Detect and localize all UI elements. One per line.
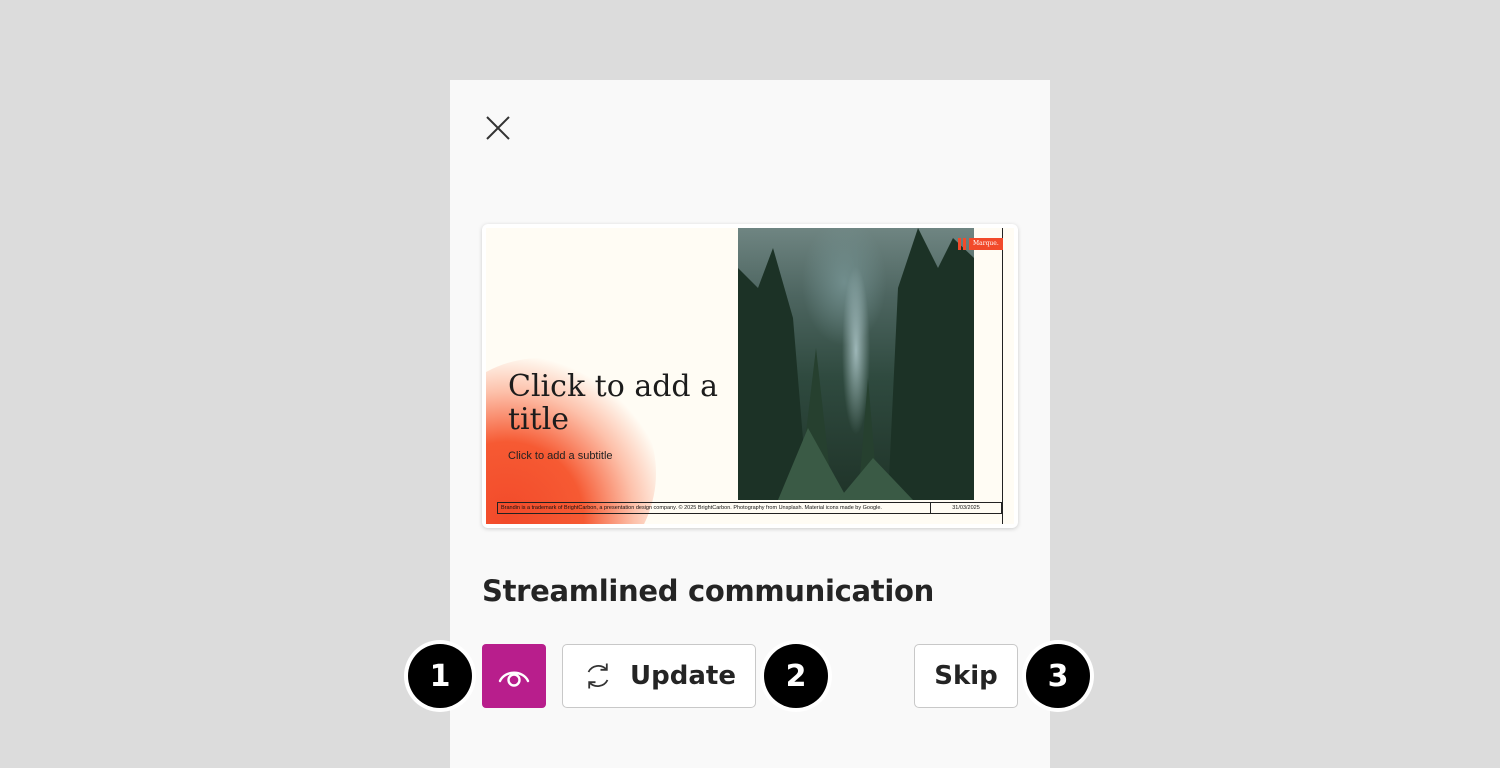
slide-thumbnail: Marque. Click to add a title Click to ad… [482, 224, 1018, 528]
callout-badge-3: 3 [1026, 644, 1090, 708]
callout-badge-2: 2 [764, 644, 828, 708]
update-button-label: Update [630, 661, 736, 691]
preview-button[interactable] [482, 644, 546, 708]
slide-vertical-rule [1002, 228, 1003, 524]
slide-footer-text: Brandin is a trademark of BrightCarbon, … [501, 505, 882, 511]
update-button[interactable]: Update [562, 644, 756, 708]
design-panel: Marque. Click to add a title Click to ad… [450, 80, 1050, 768]
forest-photo [738, 228, 974, 500]
close-button[interactable] [480, 110, 516, 146]
close-icon [486, 116, 510, 140]
design-name: Streamlined communication [482, 574, 934, 608]
slide-title: Click to add a title [508, 369, 719, 437]
slide-logo: Marque. [958, 238, 1003, 250]
eye-icon [498, 671, 530, 687]
slide-subtitle: Click to add a subtitle [508, 450, 613, 462]
callout-badge-1: 1 [408, 644, 472, 708]
slide-preview: Marque. Click to add a title Click to ad… [486, 228, 1014, 524]
slide-footer-date: 31/03/2025 [930, 503, 1001, 513]
skip-button-label: Skip [934, 661, 998, 691]
skip-button[interactable]: Skip [914, 644, 1018, 708]
refresh-icon [582, 660, 614, 692]
slide-footer: Brandin is a trademark of BrightCarbon, … [497, 502, 1002, 514]
